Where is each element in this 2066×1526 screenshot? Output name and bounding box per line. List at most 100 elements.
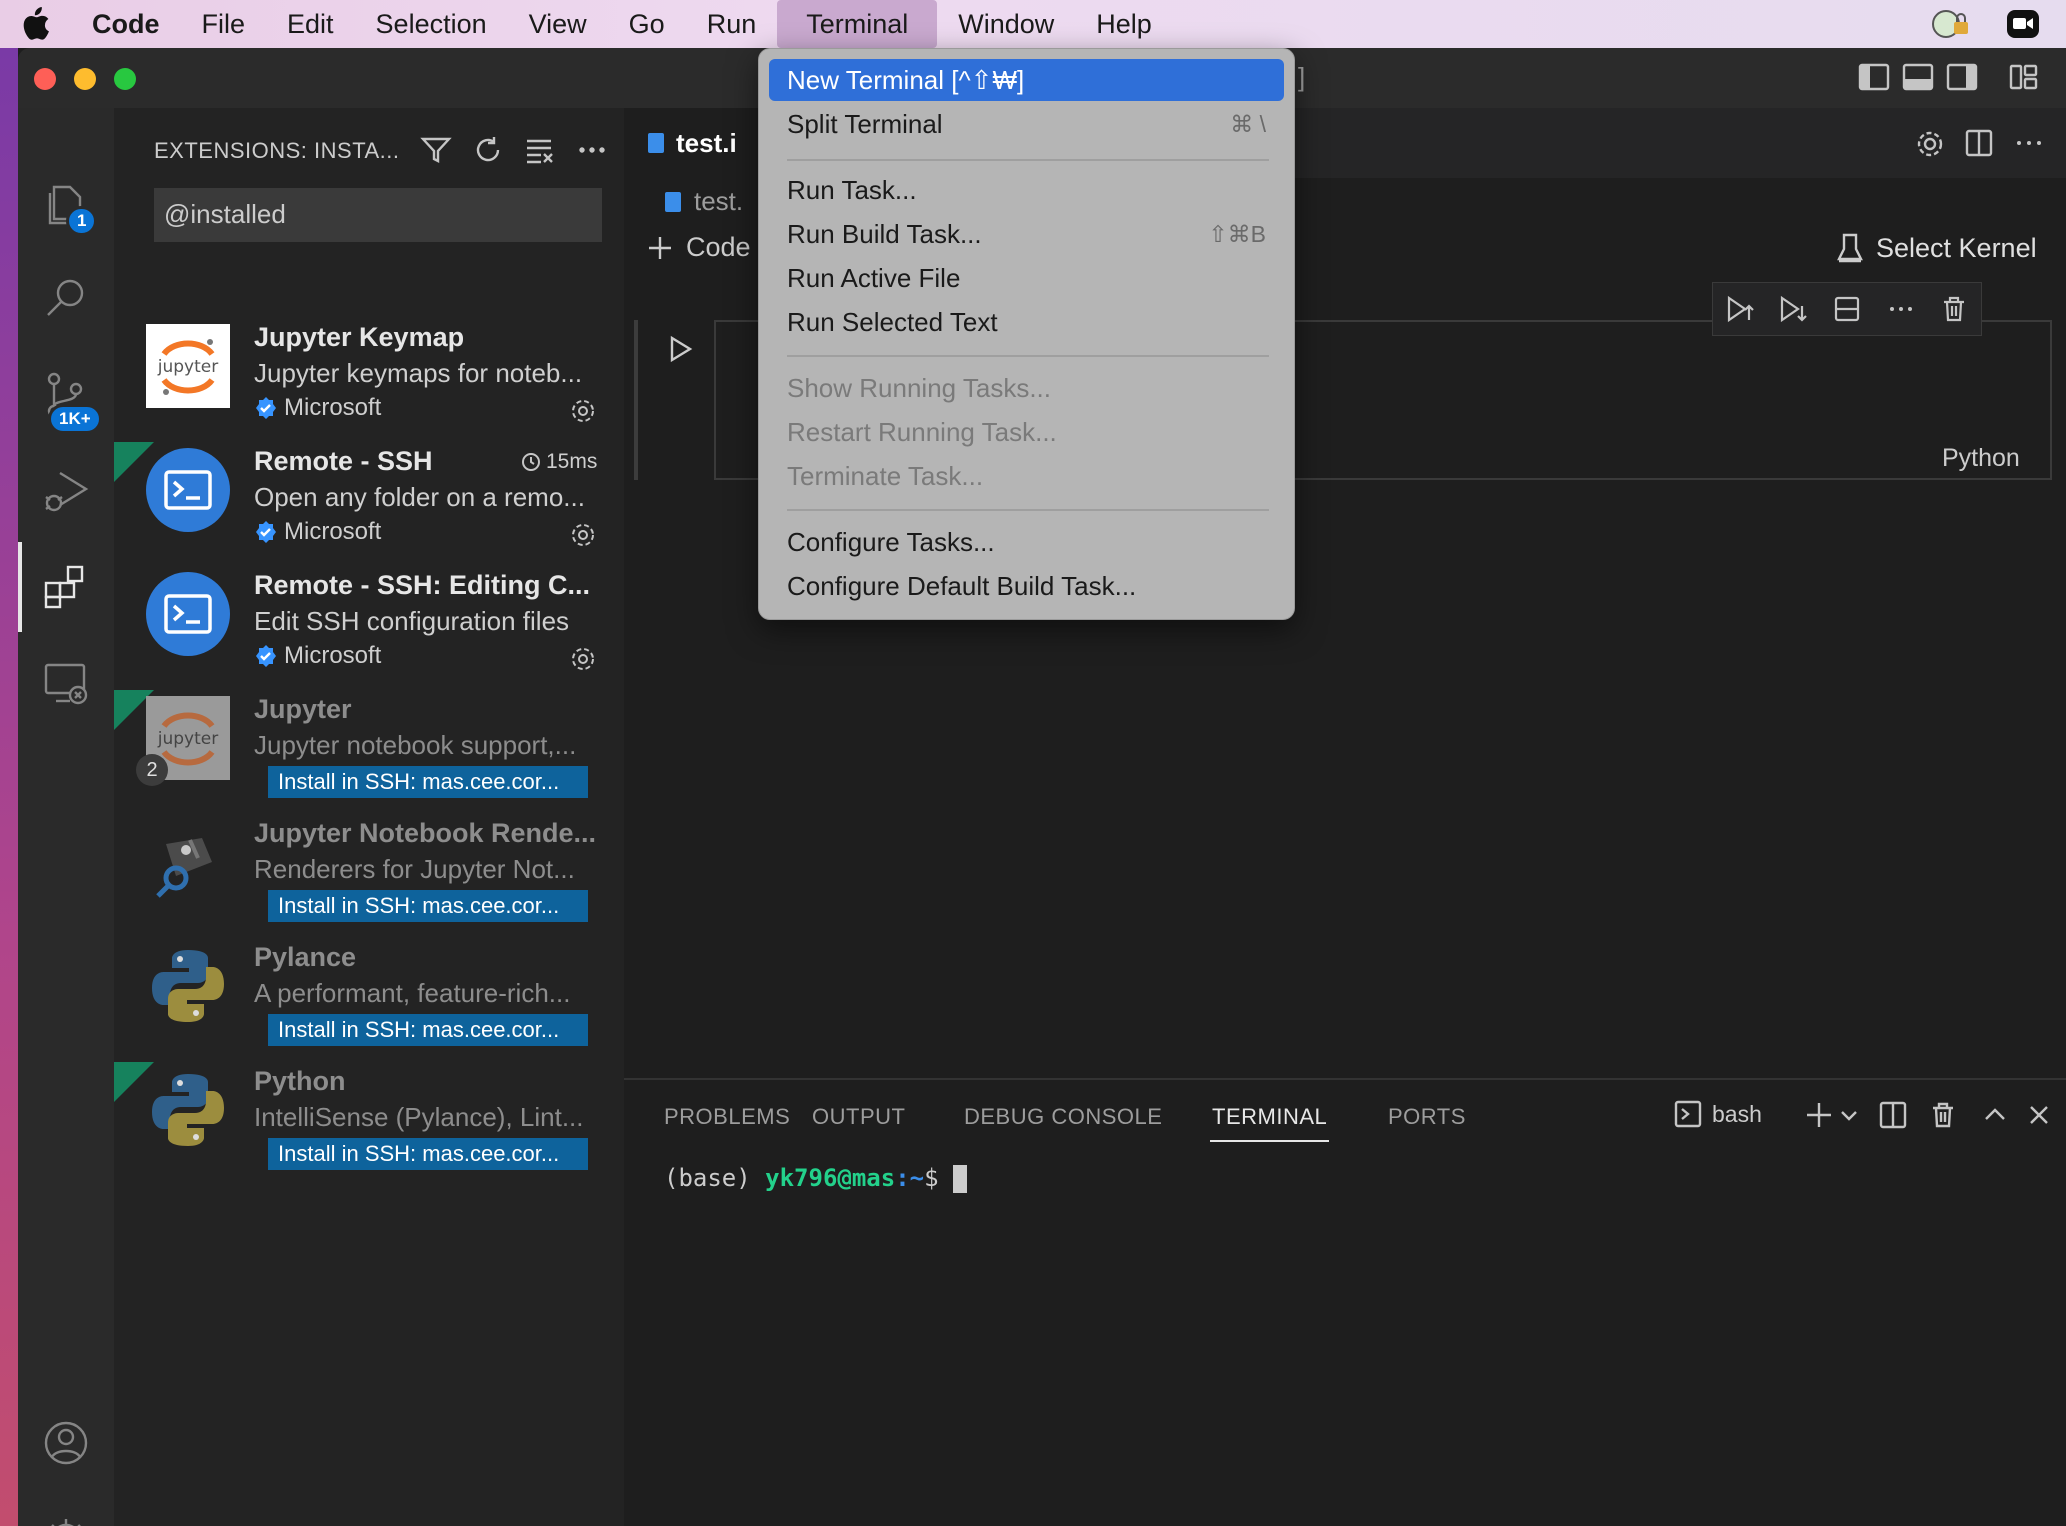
- extension-item[interactable]: Jupyter Notebook Rende... Renderers for …: [114, 814, 624, 938]
- extension-settings-gear-icon[interactable]: [568, 520, 598, 550]
- search-icon[interactable]: [18, 254, 114, 344]
- extension-settings-gear-icon[interactable]: [568, 644, 598, 674]
- delete-cell-trash-icon[interactable]: [1939, 294, 1969, 324]
- menu-item-run-task[interactable]: Run Task...: [769, 169, 1284, 211]
- menu-edit[interactable]: Edit: [266, 0, 355, 48]
- menu-item-split-terminal[interactable]: Split Terminal ⌘ \: [769, 103, 1284, 145]
- menu-help[interactable]: Help: [1075, 0, 1173, 48]
- extension-description: IntelliSense (Pylance), Lint...: [254, 1102, 584, 1132]
- zoom-window-button[interactable]: [114, 68, 136, 90]
- menu-item-run-selected-text[interactable]: Run Selected Text: [769, 301, 1284, 343]
- extension-settings-gear-icon[interactable]: [568, 396, 598, 426]
- menu-run[interactable]: Run: [686, 0, 778, 48]
- extension-item[interactable]: Python IntelliSense (Pylance), Lint... I…: [114, 1062, 624, 1186]
- breadcrumb[interactable]: test.: [664, 186, 743, 217]
- maximize-panel-chevron-up-icon[interactable]: [1980, 1100, 2010, 1135]
- remote-explorer-icon[interactable]: [18, 638, 114, 728]
- extension-item[interactable]: Pylance A performant, feature-rich... In…: [114, 938, 624, 1062]
- install-in-ssh-button[interactable]: Install in SSH: mas.cee.cor...: [268, 1014, 588, 1046]
- menu-view[interactable]: View: [508, 0, 608, 48]
- explorer-icon[interactable]: 1: [18, 158, 114, 248]
- extension-item[interactable]: jupyter Jupyter Keymap Jupyter keymaps f…: [114, 318, 624, 442]
- tab-problems[interactable]: PROBLEMS: [664, 1104, 790, 1130]
- cell-more-actions-icon[interactable]: [1886, 294, 1916, 324]
- split-cell-icon[interactable]: [1832, 294, 1862, 324]
- kernel-icon: [1837, 233, 1863, 263]
- clear-extensions-search-icon[interactable]: [524, 134, 560, 170]
- tab-ports[interactable]: PORTS: [1388, 1104, 1466, 1130]
- extension-description: Renderers for Jupyter Not...: [254, 854, 575, 884]
- extensions-icon[interactable]: [18, 542, 114, 632]
- tab-debug-console[interactable]: DEBUG CONSOLE: [964, 1104, 1162, 1130]
- install-in-ssh-button[interactable]: Install in SSH: mas.cee.cor...: [268, 1138, 588, 1170]
- menu-code[interactable]: Code: [71, 0, 181, 48]
- menu-window[interactable]: Window: [937, 0, 1075, 48]
- terminal-shell-selector[interactable]: bash: [1674, 1100, 1762, 1128]
- new-terminal-plus-icon[interactable]: [1804, 1100, 1834, 1135]
- manage-gear-icon[interactable]: [18, 1494, 114, 1526]
- extension-item[interactable]: jupyter 2 Jupyter Jupyter notebook suppo…: [114, 690, 624, 814]
- extensions-search-input[interactable]: @installed: [154, 188, 602, 242]
- run-and-debug-icon[interactable]: [18, 446, 114, 536]
- apple-menu-icon[interactable]: [0, 0, 71, 48]
- menu-selection[interactable]: Selection: [355, 0, 508, 48]
- more-actions-icon[interactable]: [576, 134, 612, 170]
- install-in-ssh-button[interactable]: Install in SSH: mas.cee.cor...: [268, 890, 588, 922]
- extension-publisher: Microsoft: [254, 394, 381, 422]
- menu-item-configure-default-build-task[interactable]: Configure Default Build Task...: [769, 565, 1284, 607]
- menu-terminal[interactable]: Terminal: [777, 0, 938, 48]
- editor-more-actions-icon[interactable]: [2014, 128, 2044, 163]
- editor-settings-gear-icon[interactable]: [1914, 128, 1946, 165]
- notebook-file-icon: [665, 191, 681, 212]
- source-control-icon[interactable]: 1K+: [18, 350, 114, 440]
- menu-item-restart-running-task: Restart Running Task...: [787, 416, 1057, 447]
- extension-item[interactable]: Remote - SSH: Editing C... Edit SSH conf…: [114, 566, 624, 690]
- screen-sharing-status-icon[interactable]: [1930, 8, 1976, 47]
- menu-file[interactable]: File: [181, 0, 267, 48]
- extension-item[interactable]: Remote - SSH 15ms Open any folder on a r…: [114, 442, 624, 566]
- prompt-user: yk796@mas: [765, 1164, 896, 1192]
- run-below-icon[interactable]: [1778, 294, 1808, 324]
- cell-language-label[interactable]: Python: [1942, 444, 2020, 473]
- execute-cell-icon[interactable]: [666, 334, 694, 369]
- verified-publisher-icon: [256, 521, 276, 543]
- menu-item-run-build-task[interactable]: Run Build Task... ⇧⌘B: [769, 213, 1284, 255]
- customize-layout-icon[interactable]: [2008, 62, 2040, 97]
- split-editor-icon[interactable]: [1964, 128, 1994, 163]
- terminal-dropdown-menu: New Terminal [^⇧₩] Split Terminal ⌘ \ Run…: [758, 48, 1295, 620]
- extension-description: Open any folder on a remo...: [254, 482, 585, 512]
- minimize-window-button[interactable]: [74, 68, 96, 90]
- close-window-button[interactable]: [34, 68, 56, 90]
- toggle-panel-icon[interactable]: [1902, 62, 1934, 97]
- tab-output[interactable]: OUTPUT: [812, 1104, 905, 1130]
- menu-item-new-terminal[interactable]: New Terminal [^⇧₩]: [769, 59, 1284, 101]
- terminal-icon: [1674, 1100, 1702, 1128]
- select-kernel-button[interactable]: Select Kernel: [1836, 232, 2037, 264]
- toggle-primary-sidebar-icon[interactable]: [1858, 62, 1890, 97]
- add-code-cell-button[interactable]: Code: [646, 232, 751, 263]
- run-above-icon[interactable]: [1725, 294, 1755, 324]
- menu-item-configure-tasks[interactable]: Configure Tasks...: [769, 521, 1284, 563]
- activation-time: 15ms: [520, 450, 597, 474]
- terminal-prompt[interactable]: (base) yk796@mas:~$: [664, 1164, 968, 1193]
- split-terminal-icon[interactable]: [1878, 1100, 1908, 1135]
- menu-go[interactable]: Go: [608, 0, 686, 48]
- launch-profile-chevron-down-icon[interactable]: [1838, 1104, 1860, 1131]
- menu-separator: [787, 159, 1269, 161]
- toggle-secondary-sidebar-icon[interactable]: [1946, 62, 1978, 97]
- install-in-ssh-button[interactable]: Install in SSH: mas.cee.cor...: [268, 766, 588, 798]
- terminal-cursor: [953, 1165, 968, 1193]
- extension-name: Jupyter Keymap: [254, 322, 465, 352]
- extension-description: Edit SSH configuration files: [254, 606, 570, 636]
- refresh-icon[interactable]: [472, 134, 508, 170]
- kill-terminal-trash-icon[interactable]: [1928, 1100, 1958, 1135]
- bottom-panel: PROBLEMS OUTPUT DEBUG CONSOLE TERMINAL P…: [624, 1078, 2066, 1526]
- menu-item-run-active-file[interactable]: Run Active File: [769, 257, 1284, 299]
- plus-icon: [649, 236, 671, 259]
- filter-icon[interactable]: [420, 134, 456, 170]
- accounts-icon[interactable]: [18, 1398, 114, 1488]
- zoom-status-icon[interactable]: [2006, 8, 2040, 47]
- tab-terminal[interactable]: TERMINAL: [1209, 1104, 1330, 1142]
- jupyter-logo-icon: jupyter: [146, 324, 230, 408]
- close-panel-icon[interactable]: [2024, 1100, 2054, 1135]
